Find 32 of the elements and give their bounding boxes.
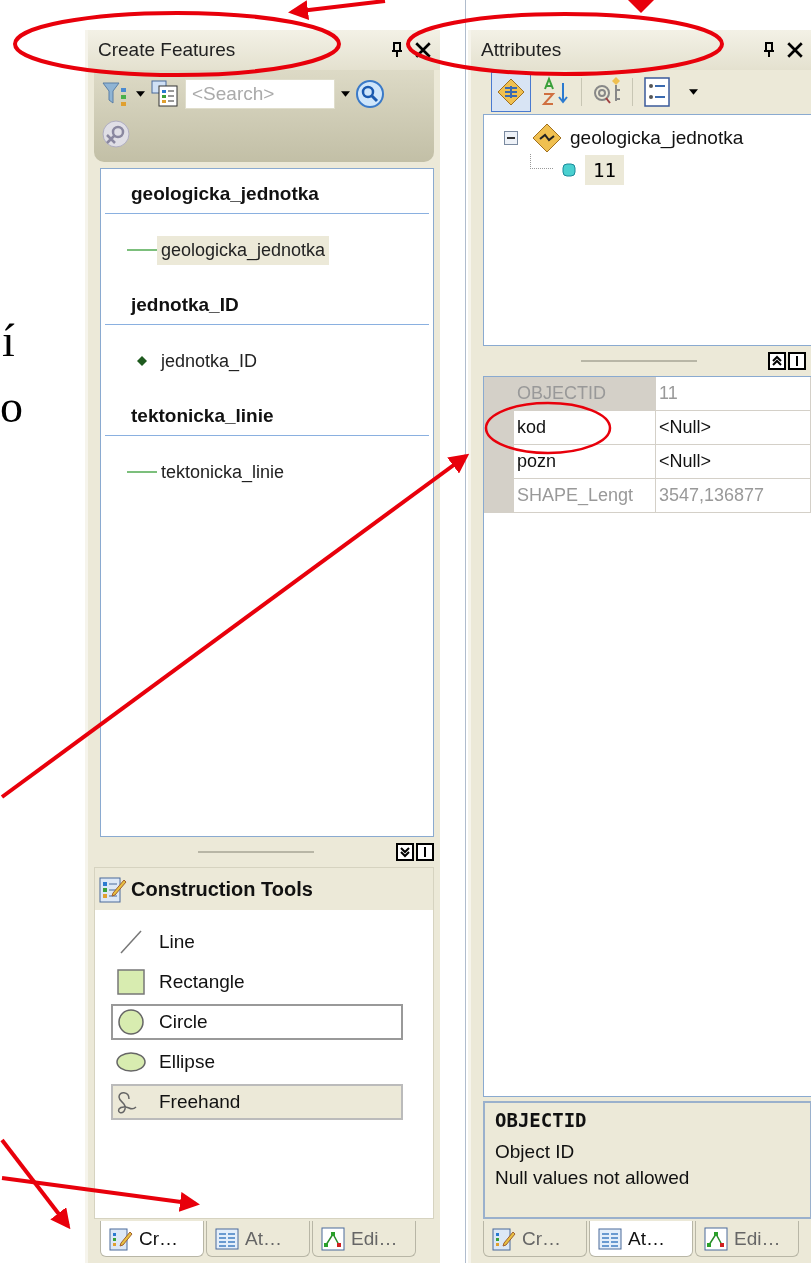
construction-tool[interactable]: Freehand bbox=[111, 1084, 403, 1120]
description-text: Null values not allowed bbox=[495, 1166, 691, 1191]
field-name-cell[interactable]: kod bbox=[514, 410, 656, 445]
template-item[interactable]: geologicka_jednotka bbox=[157, 235, 330, 265]
panel-title: Attributes bbox=[481, 39, 563, 61]
description-text: Object ID bbox=[495, 1140, 576, 1165]
field-value-cell[interactable]: <Null> bbox=[656, 444, 811, 479]
panel-tab[interactable]: At… bbox=[206, 1221, 310, 1257]
panel-tab[interactable]: At… bbox=[589, 1221, 693, 1258]
panel-tab[interactable]: Cr… bbox=[483, 1221, 587, 1258]
search-field[interactable]: <Search> bbox=[185, 79, 335, 109]
panel-tab[interactable]: Edi… bbox=[695, 1221, 799, 1258]
construction-tool[interactable]: Ellipse bbox=[111, 1044, 403, 1080]
panel-tab[interactable]: Cr… bbox=[100, 1221, 204, 1257]
construction-tool[interactable]: Line bbox=[111, 924, 403, 960]
panel-title: Create Features bbox=[98, 39, 237, 61]
template-item[interactable]: jednotka_ID bbox=[157, 346, 262, 376]
slide-text-fragment: í bbox=[2, 318, 15, 364]
construction-tool[interactable]: Rectangle bbox=[111, 964, 403, 1000]
layer-heading: tektonicka_linie bbox=[105, 401, 429, 436]
template-item[interactable]: tektonicka_linie bbox=[157, 457, 289, 487]
construction-tool[interactable]: Circle bbox=[111, 1004, 403, 1040]
layer-heading: geologicka_jednotka bbox=[105, 179, 429, 214]
field-name-cell[interactable]: pozn bbox=[514, 444, 656, 479]
tree-node[interactable]: geologicka_jednotka bbox=[570, 126, 744, 149]
panel-tab[interactable]: Edi… bbox=[312, 1221, 416, 1257]
tree-node[interactable]: 11 bbox=[585, 154, 624, 185]
field-value-cell[interactable]: <Null> bbox=[656, 410, 811, 445]
construction-tools-title: Construction Tools bbox=[131, 877, 313, 901]
description-title: OBJECTID bbox=[495, 1109, 588, 1132]
slide-text-fragment: o bbox=[0, 384, 23, 430]
layer-heading: jednotka_ID bbox=[105, 290, 429, 325]
